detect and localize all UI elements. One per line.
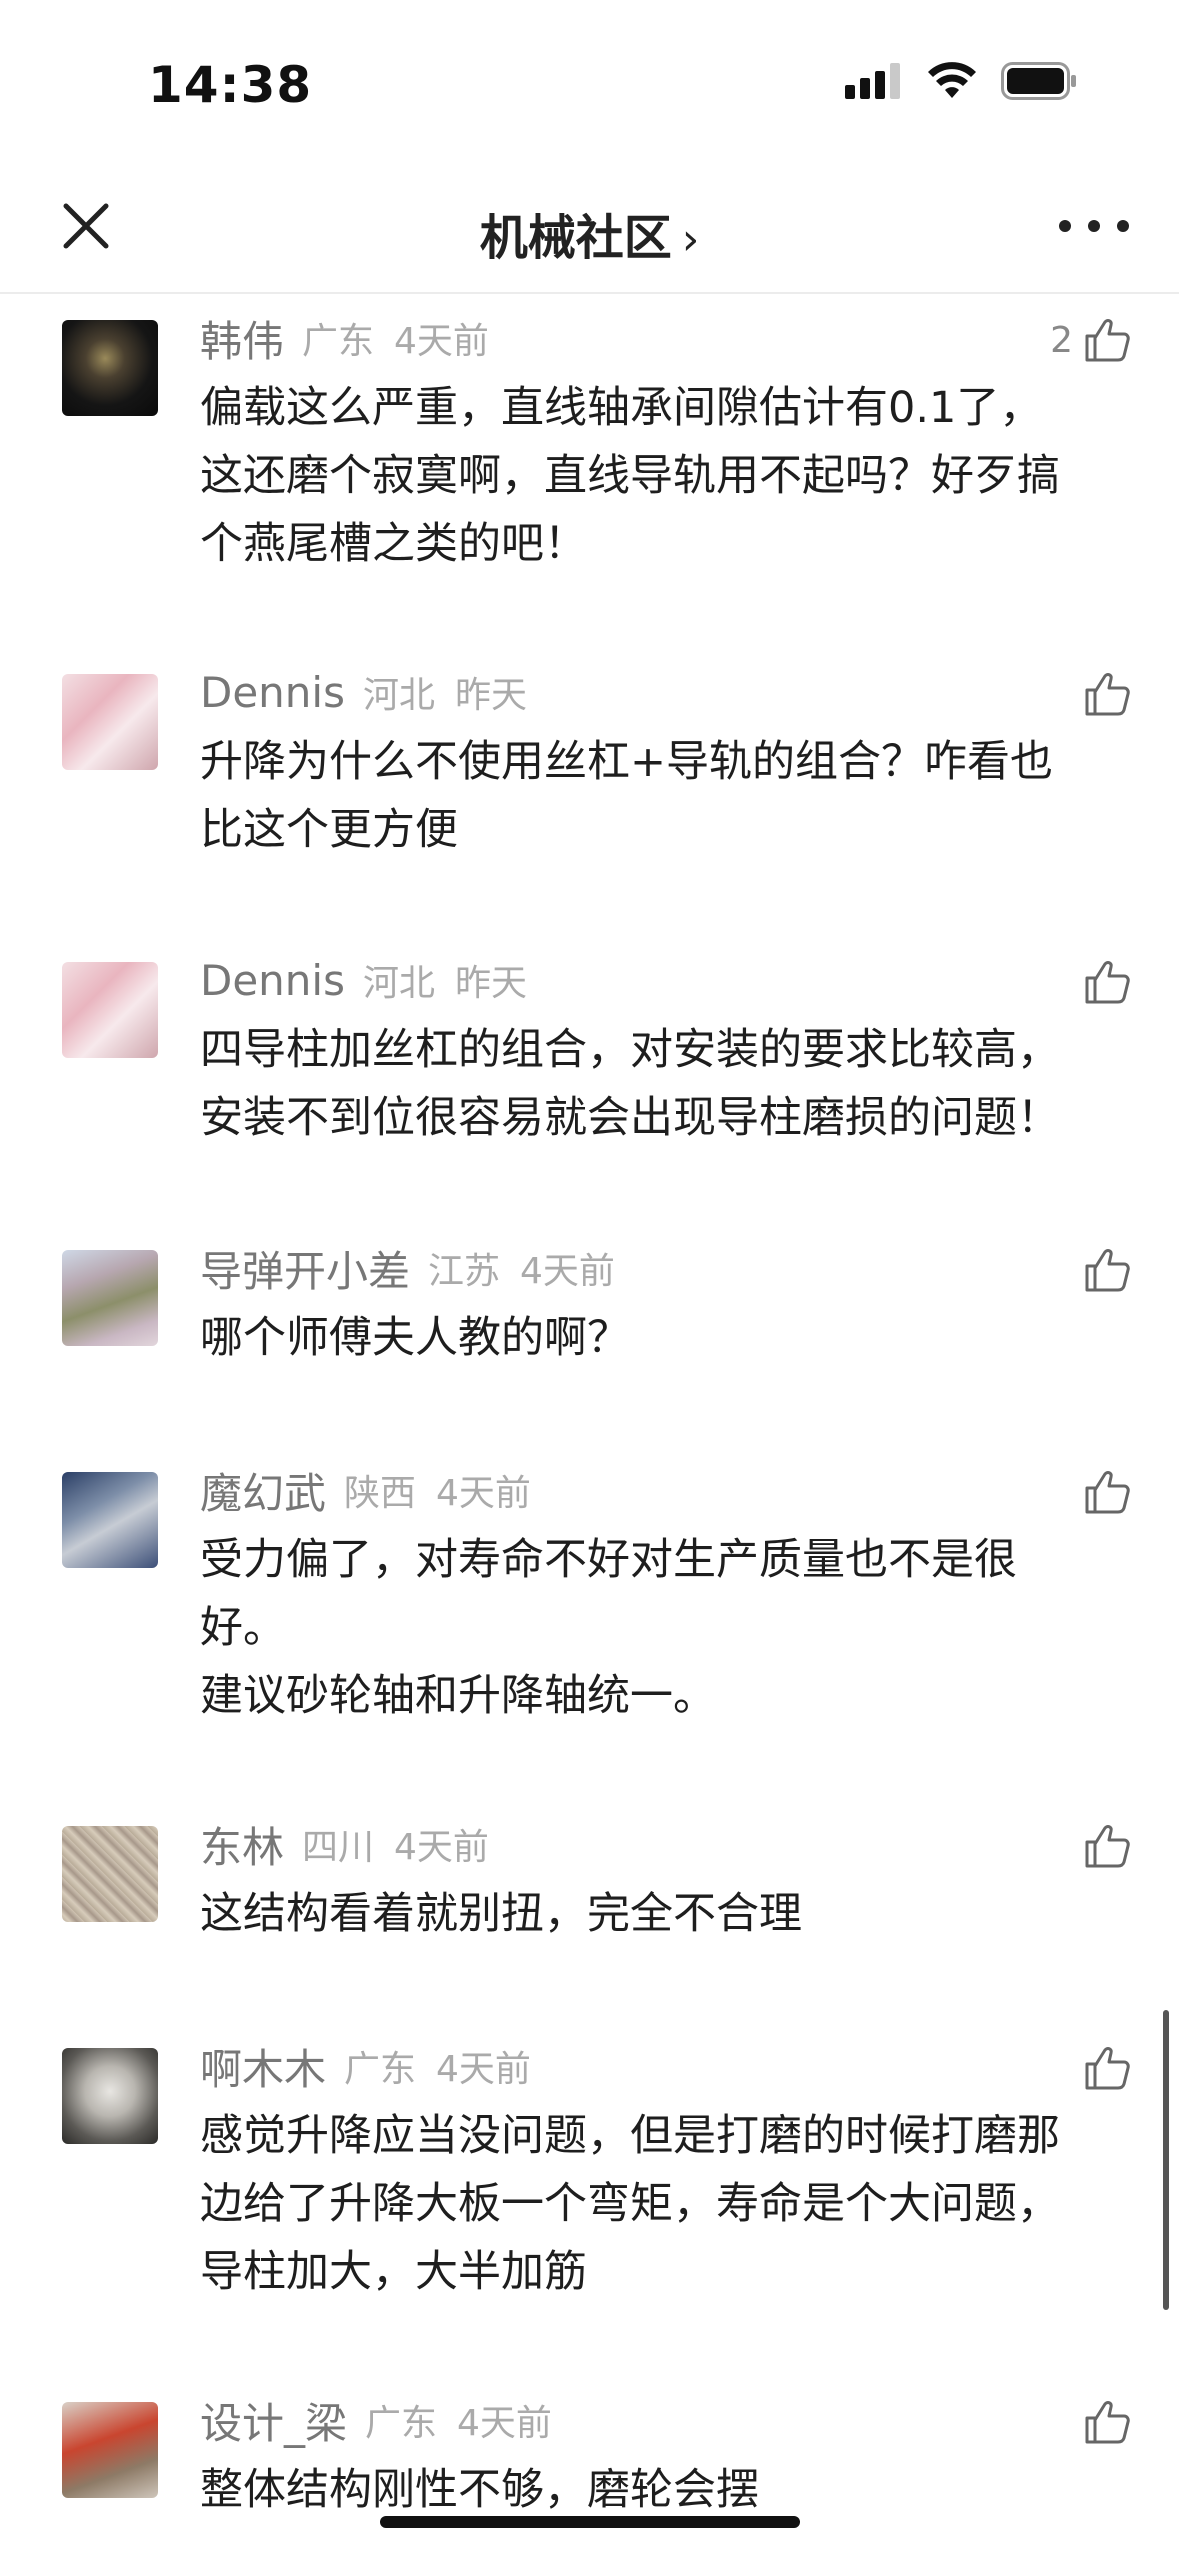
comment-header: 啊木木 广东 4天前 bbox=[200, 2024, 1119, 2102]
avatar[interactable] bbox=[62, 1826, 158, 1922]
comment-item: 东林 四川 4天前 这结构看着就别扭，完全不合理 bbox=[0, 1802, 1179, 2024]
comment-text: 受力偏了，对寿命不好对生产质量也不是很 好。 建议砂轮轴和升降轴统一。 bbox=[200, 1535, 1017, 1721]
thumbs-up-icon bbox=[1085, 961, 1130, 1004]
comment-location: 河北 bbox=[362, 963, 435, 1004]
avatar[interactable] bbox=[62, 1472, 158, 1568]
comment-item: 韩伟 广东 4天前 2 偏载这么严重，直线轴承间隙估计有0.1了， 这还磨个寂寞… bbox=[0, 296, 1179, 650]
thumbs-up-icon bbox=[1085, 1825, 1130, 1868]
comment-time: 4天前 bbox=[436, 2049, 531, 2090]
comment-list: 韩伟 广东 4天前 2 偏载这么严重，直线轴承间隙估计有0.1了， 这还磨个寂寞… bbox=[0, 296, 1179, 2538]
comment-location: 陕西 bbox=[344, 1473, 417, 1514]
more-dot bbox=[1059, 220, 1071, 232]
comment-author[interactable]: 魔幻武 bbox=[200, 1460, 326, 1521]
nav-title-link[interactable]: 机械社区 › bbox=[0, 198, 1179, 268]
comment-location: 河北 bbox=[362, 675, 435, 716]
comment-author[interactable]: Dennis bbox=[200, 956, 345, 1005]
comment-item: Dennis 河北 昨天 升降为什么不使用丝杠+导轨的组合？咋看也 比这个更方便 bbox=[0, 650, 1179, 938]
comment-header: Dennis 河北 昨天 bbox=[200, 650, 1119, 728]
comment-location: 广东 bbox=[344, 2049, 417, 2090]
comment-header: 设计_梁 广东 4天前 bbox=[200, 2378, 1119, 2456]
more-button[interactable] bbox=[1059, 206, 1129, 246]
comment-time: 4天前 bbox=[394, 321, 489, 362]
comment-text: 整体结构刚性不够，磨轮会摆 bbox=[200, 2465, 759, 2515]
like-button[interactable] bbox=[1083, 1822, 1131, 1870]
comment-item: 啊木木 广东 4天前 感觉升降应当没问题，但是打磨的时候打磨那 边给了升降大板一… bbox=[0, 2024, 1179, 2378]
status-bar: 14:38 bbox=[0, 0, 1179, 160]
comment-header: 魔幻武 陕西 4天前 bbox=[200, 1448, 1119, 1526]
thumbs-up-icon bbox=[1085, 1249, 1130, 1292]
comment-author[interactable]: 导弹开小差 bbox=[200, 1238, 410, 1299]
avatar[interactable] bbox=[62, 1250, 158, 1346]
thumbs-up-icon bbox=[1085, 2047, 1130, 2090]
more-dot bbox=[1117, 220, 1129, 232]
comment-item: 设计_梁 广东 4天前 整体结构刚性不够，磨轮会摆 bbox=[0, 2378, 1179, 2538]
nav-bar: 机械社区 › bbox=[0, 160, 1179, 294]
chevron-right-icon: › bbox=[681, 214, 700, 265]
scrollbar[interactable] bbox=[1163, 2010, 1169, 2310]
avatar[interactable] bbox=[62, 674, 158, 770]
comment-location: 广东 bbox=[302, 321, 375, 362]
like-count: 2 bbox=[1050, 319, 1073, 361]
like-button[interactable] bbox=[1083, 2398, 1131, 2446]
comment-author[interactable]: 设计_梁 bbox=[200, 2390, 347, 2451]
comment-location: 四川 bbox=[302, 1827, 375, 1868]
comment-text: 感觉升降应当没问题，但是打磨的时候打磨那 边给了升降大板一个弯矩，寿命是个大问题… bbox=[200, 2111, 1060, 2297]
avatar[interactable] bbox=[62, 2402, 158, 2498]
comment-item: 魔幻武 陕西 4天前 受力偏了，对寿命不好对生产质量也不是很 好。 建议砂轮轴和… bbox=[0, 1448, 1179, 1802]
avatar[interactable] bbox=[62, 2048, 158, 2144]
comment-author[interactable]: 韩伟 bbox=[200, 308, 284, 369]
avatar[interactable] bbox=[62, 320, 158, 416]
thumbs-up-icon bbox=[1085, 673, 1130, 716]
signal-icon bbox=[845, 63, 900, 99]
comment-location: 江苏 bbox=[428, 1251, 501, 1292]
comment-item: Dennis 河北 昨天 四导柱加丝杠的组合，对安装的要求比较高， 安装不到位很… bbox=[0, 938, 1179, 1226]
thumbs-up-icon bbox=[1085, 2401, 1130, 2444]
comment-time: 4天前 bbox=[457, 2403, 552, 2444]
thumbs-up-icon bbox=[1085, 1471, 1130, 1514]
more-dot bbox=[1088, 220, 1100, 232]
status-time: 14:38 bbox=[148, 56, 313, 114]
like-button[interactable] bbox=[1083, 958, 1131, 1006]
avatar[interactable] bbox=[62, 962, 158, 1058]
comment-item: 导弹开小差 江苏 4天前 哪个师傅夫人教的啊？ bbox=[0, 1226, 1179, 1448]
like-button[interactable] bbox=[1083, 1468, 1131, 1516]
comment-text: 这结构看着就别扭，完全不合理 bbox=[200, 1889, 802, 1939]
comment-header: 东林 四川 4天前 bbox=[200, 1802, 1119, 1880]
like-button[interactable] bbox=[1083, 670, 1131, 718]
comment-header: 导弹开小差 江苏 4天前 bbox=[200, 1226, 1119, 1304]
comment-header: Dennis 河北 昨天 bbox=[200, 938, 1119, 1016]
thumbs-up-icon bbox=[1085, 319, 1130, 362]
battery-icon bbox=[1001, 62, 1076, 100]
like-button[interactable] bbox=[1083, 2044, 1131, 2092]
comment-author[interactable]: 东林 bbox=[200, 1814, 284, 1875]
comment-text: 升降为什么不使用丝杠+导轨的组合？咋看也 比这个更方便 bbox=[200, 737, 1054, 855]
comment-text: 哪个师傅夫人教的啊？ bbox=[200, 1313, 630, 1363]
like-button[interactable] bbox=[1083, 1246, 1131, 1294]
comment-time: 昨天 bbox=[455, 675, 528, 716]
comment-location: 广东 bbox=[365, 2403, 438, 2444]
home-indicator[interactable] bbox=[380, 2516, 800, 2528]
comment-time: 4天前 bbox=[436, 1473, 531, 1514]
status-icons bbox=[845, 62, 1079, 100]
page-title: 机械社区 bbox=[479, 210, 672, 266]
comment-author[interactable]: 啊木木 bbox=[200, 2036, 326, 2097]
comment-time: 昨天 bbox=[455, 963, 528, 1004]
comment-header: 韩伟 广东 4天前 bbox=[200, 296, 1119, 374]
comment-time: 4天前 bbox=[394, 1827, 489, 1868]
like-button[interactable]: 2 bbox=[1050, 316, 1131, 364]
comment-time: 4天前 bbox=[520, 1251, 615, 1292]
wifi-icon bbox=[928, 62, 976, 98]
comment-author[interactable]: Dennis bbox=[200, 668, 345, 717]
comment-text: 偏载这么严重，直线轴承间隙估计有0.1了， 这还磨个寂寞啊，直线导轨用不起吗？好… bbox=[200, 383, 1060, 569]
comment-text: 四导柱加丝杠的组合，对安装的要求比较高， 安装不到位很容易就会出现导柱磨损的问题… bbox=[200, 1025, 1060, 1143]
